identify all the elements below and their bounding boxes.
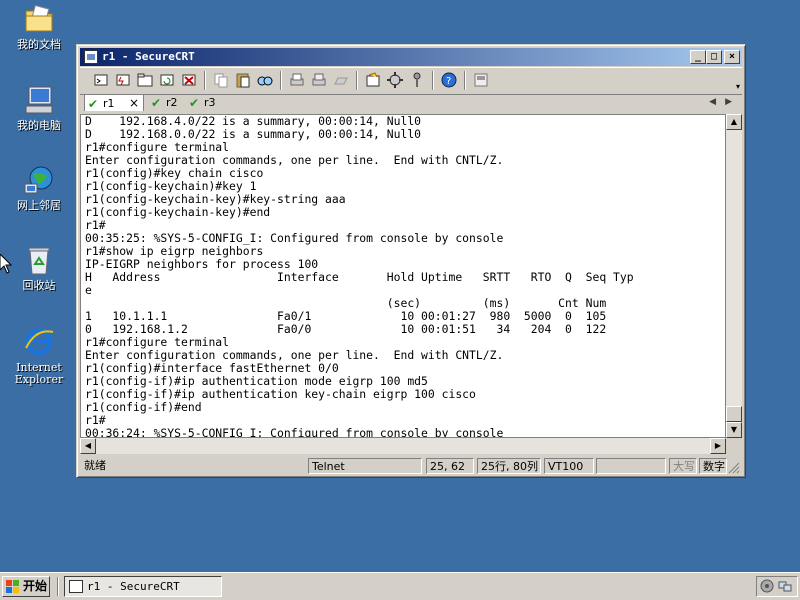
resize-grip-icon[interactable] xyxy=(728,462,740,474)
terminal-output: D 192.168.4.0/22 is a summary, 00:00:14,… xyxy=(85,115,634,438)
taskbar-separator xyxy=(57,577,59,596)
scroll-corner xyxy=(726,438,742,454)
tab-r3[interactable]: ✔ r3 xyxy=(186,94,222,111)
toolbar-separator xyxy=(464,71,466,90)
desktop-icon-label: 回收站 xyxy=(22,279,56,292)
toolbar-separator xyxy=(432,71,434,90)
toolbar-overflow-icon[interactable]: ▾ xyxy=(736,82,740,91)
connect-in-tab-icon[interactable] xyxy=(136,71,154,89)
windows-logo-icon xyxy=(6,580,19,593)
horizontal-scrollbar[interactable]: ◀ ▶ xyxy=(80,438,726,454)
print-icon[interactable] xyxy=(288,71,306,89)
connected-check-icon: ✔ xyxy=(151,96,162,110)
my-computer-icon xyxy=(23,84,55,116)
taskbar-button-label: r1 - SecureCRT xyxy=(87,580,180,593)
mouse-cursor-icon xyxy=(0,254,12,274)
desktop-icon-label: 我的文档 xyxy=(17,38,61,51)
tab-r1[interactable]: ✔ r1 × xyxy=(84,94,144,111)
network-status-icon[interactable] xyxy=(778,579,792,593)
scroll-left-arrow-icon[interactable]: ◀ xyxy=(80,438,96,454)
window-title: r1 - SecureCRT xyxy=(102,50,195,63)
status-empty-cell xyxy=(596,458,666,474)
desktop-icon-my-computer[interactable]: 我的电脑 xyxy=(3,84,75,132)
scroll-thumb[interactable] xyxy=(726,406,742,422)
desktop-icon-my-documents[interactable]: 我的文档 xyxy=(3,3,75,51)
toolbar-separator xyxy=(356,71,358,90)
volume-icon[interactable] xyxy=(760,579,774,593)
quick-connect-icon[interactable] xyxy=(114,71,132,89)
status-num-lock: 数字 xyxy=(699,458,727,474)
paste-icon[interactable] xyxy=(234,71,252,89)
desktop-icon-recycle-bin[interactable]: 回收站 xyxy=(3,244,75,292)
print-screen-icon[interactable] xyxy=(332,71,350,89)
internet-explorer-icon xyxy=(23,326,55,358)
terminal-line: 00:36:24: %SYS-5-CONFIG_I: Configured fr… xyxy=(85,426,504,438)
start-button[interactable]: 开始 xyxy=(2,576,50,597)
tab-r2[interactable]: ✔ r2 xyxy=(148,94,184,111)
status-caps-lock: 大写 xyxy=(669,458,697,474)
vertical-scrollbar[interactable]: ▲ ▼ xyxy=(726,114,742,438)
session-options-icon[interactable] xyxy=(364,71,382,89)
network-places-icon xyxy=(23,164,55,196)
taskbar-securecrt-button[interactable]: r1 - SecureCRT xyxy=(64,576,222,597)
find-icon[interactable] xyxy=(256,71,274,89)
taskbar: 开始 r1 - SecureCRT xyxy=(0,572,800,600)
system-tray xyxy=(756,576,798,597)
title-bar[interactable]: r1 - SecureCRT _ □ × xyxy=(80,48,742,66)
connected-check-icon: ✔ xyxy=(88,97,99,111)
scroll-up-arrow-icon[interactable]: ▲ xyxy=(726,114,742,130)
close-button[interactable]: × xyxy=(724,50,740,64)
toolbar-separator xyxy=(280,71,282,90)
recycle-bin-icon xyxy=(23,244,55,276)
securecrt-app-icon[interactable] xyxy=(84,50,98,64)
status-terminal-type: VT100 xyxy=(544,458,594,474)
status-cursor-position: 25, 62 xyxy=(426,458,474,474)
securecrt-window: r1 - SecureCRT _ □ × ? ▾ ✔ r1 × ✔ r2 ✔ r… xyxy=(76,44,746,478)
desktop-icon-internet-explorer[interactable]: Internet Explorer xyxy=(3,326,75,386)
tab-label: r3 xyxy=(204,96,216,109)
scroll-right-arrow-icon[interactable]: ▶ xyxy=(710,438,726,454)
desktop-icon-label: 我的电脑 xyxy=(17,119,61,132)
status-ready-text: 就绪 xyxy=(84,459,106,472)
securecrt-app-icon xyxy=(69,580,83,593)
disconnect-icon[interactable] xyxy=(180,71,198,89)
terminal-view[interactable]: D 192.168.4.0/22 is a summary, 00:00:14,… xyxy=(80,114,726,438)
tab-label: r2 xyxy=(166,96,178,109)
start-label: 开始 xyxy=(23,579,48,593)
tab-label: r1 xyxy=(103,97,115,110)
desktop-icon-label: 网上邻居 xyxy=(17,199,61,212)
scroll-down-arrow-icon[interactable]: ▼ xyxy=(726,422,742,438)
toolbar: ? ▾ xyxy=(80,67,742,95)
desktop-icon-network-places[interactable]: 网上邻居 xyxy=(3,164,75,212)
global-options-icon[interactable] xyxy=(386,71,404,89)
my-documents-icon xyxy=(23,3,55,35)
connect-icon[interactable] xyxy=(92,71,110,89)
terminal-line: H Address Interface Hold Uptime SRTT RTO… xyxy=(85,270,634,284)
status-protocol: Telnet xyxy=(308,458,422,474)
tab-scroll-left-icon[interactable]: ◀ xyxy=(709,94,716,111)
keymap-icon[interactable] xyxy=(408,71,426,89)
print-selection-icon[interactable] xyxy=(310,71,328,89)
svg-text:?: ? xyxy=(446,76,451,87)
connected-check-icon: ✔ xyxy=(189,96,200,110)
toolbar-separator xyxy=(204,71,206,90)
sftp-icon[interactable] xyxy=(472,71,490,89)
desktop-icon-label: Internet Explorer xyxy=(14,361,64,386)
copy-icon[interactable] xyxy=(212,71,230,89)
tab-close-icon[interactable]: × xyxy=(129,95,139,112)
terminal-line: r1(config-if)#end xyxy=(85,400,202,414)
status-bar: 就绪 Telnet 25, 62 25行, 80列 VT100 大写 数字 xyxy=(80,456,742,475)
help-icon[interactable]: ? xyxy=(440,71,458,89)
minimize-button[interactable]: _ xyxy=(690,50,706,64)
tab-bar: ✔ r1 × ✔ r2 ✔ r3 ◀ ▶ xyxy=(80,94,742,112)
status-rows-cols: 25行, 80列 xyxy=(477,458,541,474)
terminal-line: r1(config-keychain-key)#end xyxy=(85,205,271,219)
tab-scroll-right-icon[interactable]: ▶ xyxy=(725,94,732,111)
reconnect-icon[interactable] xyxy=(158,71,176,89)
maximize-button[interactable]: □ xyxy=(706,50,722,64)
